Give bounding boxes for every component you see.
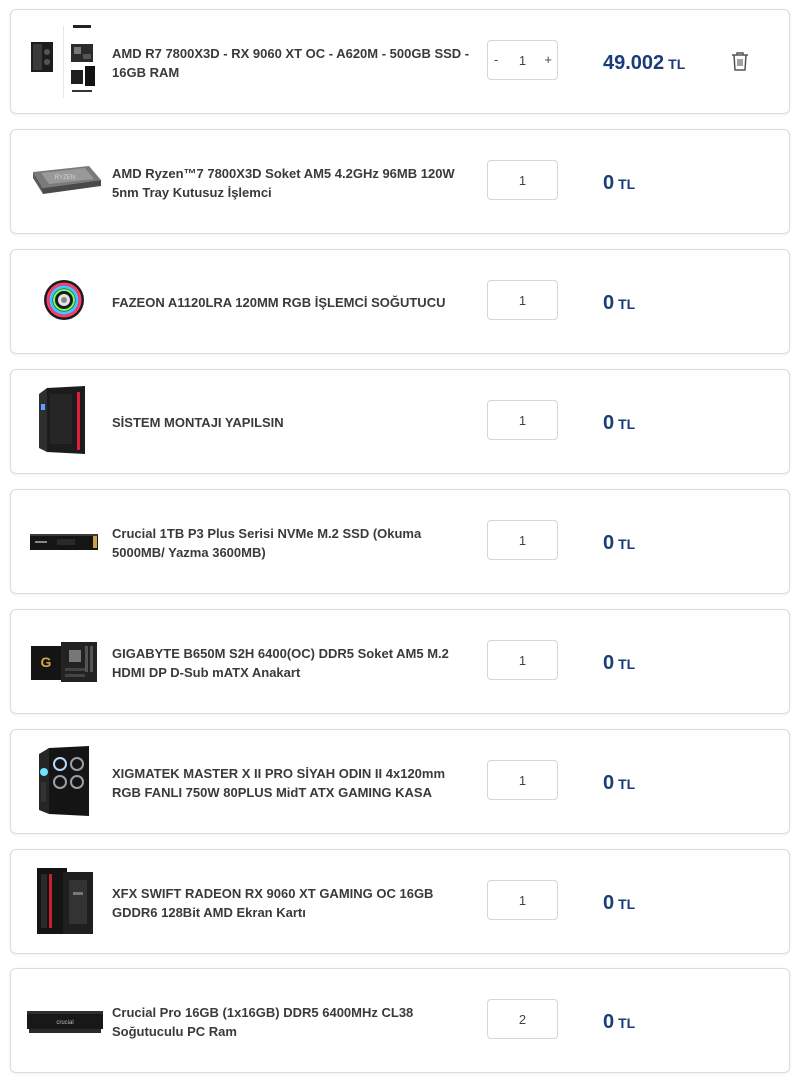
svg-text:RYZEN: RYZEN — [55, 175, 75, 181]
price-currency: TL — [618, 176, 636, 192]
quantity-box[interactable]: 1 — [487, 160, 558, 200]
pc-case-image[interactable] — [27, 382, 107, 462]
price-amount: 0 — [603, 172, 615, 194]
cart-item-gaming-case: XIGMATEK MASTER X II PRO SİYAH ODIN II 4… — [10, 729, 790, 834]
price-amount: 0 — [603, 892, 615, 914]
price-amount: 0 — [603, 412, 615, 434]
quantity-box[interactable]: 1 — [487, 280, 558, 320]
product-name: AMD R7 7800X3D - RX 9060 XT OC - A620M -… — [112, 46, 470, 80]
quantity-value: 1 — [518, 652, 527, 668]
item-price: 0 TL — [603, 292, 635, 315]
product-name: GIGABYTE B650M S2H 6400(OC) DDR5 Soket A… — [112, 646, 449, 680]
item-price: 0 TL — [603, 172, 635, 195]
price-currency: TL — [618, 776, 636, 792]
price-currency: TL — [618, 1015, 636, 1031]
price-amount: 0 — [603, 292, 615, 314]
price-currency: TL — [618, 656, 636, 672]
price-amount: 0 — [603, 652, 615, 674]
motherboard-image[interactable]: G — [27, 622, 107, 702]
price-amount: 0 — [603, 532, 615, 554]
gaming-case-image[interactable] — [27, 742, 107, 822]
quantity-stepper[interactable]: - 1 + — [487, 40, 558, 80]
quantity-box[interactable]: 1 — [487, 400, 558, 440]
price-amount: 0 — [603, 772, 615, 794]
price-currency: TL — [618, 416, 636, 432]
item-price: 49.002 TL — [603, 52, 685, 75]
cart-item-assembly: SİSTEM MONTAJI YAPILSIN 1 0 TL — [10, 369, 790, 474]
quantity-value: 1 — [518, 292, 527, 308]
quantity-value: 1 — [518, 172, 527, 188]
svg-text:crucial: crucial — [56, 1020, 73, 1026]
price-currency: TL — [618, 296, 636, 312]
quantity-box[interactable]: 2 — [487, 999, 558, 1039]
cart-item-ram: crucial Crucial Pro 16GB (1x16GB) DDR5 6… — [10, 968, 790, 1073]
cart-item-bundle: AMD R7 7800X3D - RX 9060 XT OC - A620M -… — [10, 9, 790, 114]
item-price: 0 TL — [603, 412, 635, 435]
pc-bundle-image[interactable] — [27, 22, 107, 102]
decrease-quantity-button[interactable]: - — [494, 52, 498, 67]
cart-item-cpu: RYZEN AMD Ryzen™7 7800X3D Soket AM5 4.2G… — [10, 129, 790, 234]
svg-text:G: G — [41, 654, 52, 670]
quantity-value: 1 — [518, 412, 527, 428]
cart-item-ssd: Crucial 1TB P3 Plus Serisi NVMe M.2 SSD … — [10, 489, 790, 594]
cpu-image[interactable]: RYZEN — [27, 142, 107, 222]
graphics-card-image[interactable] — [27, 862, 107, 942]
cart-item-graphics-card: XFX SWIFT RADEON RX 9060 XT GAMING OC 16… — [10, 849, 790, 954]
item-price: 0 TL — [603, 772, 635, 795]
cart-item-motherboard: G GIGABYTE B650M S2H 6400(OC) DDR5 Soket… — [10, 609, 790, 714]
price-currency: TL — [618, 896, 636, 912]
product-name: FAZEON A1120LRA 120MM RGB İŞLEMCİ SOĞUTU… — [112, 295, 446, 310]
item-price: 0 TL — [603, 892, 635, 915]
item-price: 0 TL — [603, 1011, 635, 1034]
quantity-value: 1 — [518, 892, 527, 908]
quantity-box[interactable]: 1 — [487, 520, 558, 560]
quantity-box[interactable]: 1 — [487, 640, 558, 680]
quantity-box[interactable]: 1 — [487, 760, 558, 800]
quantity-value: 1 — [518, 532, 527, 548]
item-price: 0 TL — [603, 652, 635, 675]
price-currency: TL — [668, 56, 686, 72]
product-name: AMD Ryzen™7 7800X3D Soket AM5 4.2GHz 96M… — [112, 166, 455, 200]
cpu-cooler-image[interactable] — [27, 262, 107, 342]
product-name: Crucial 1TB P3 Plus Serisi NVMe M.2 SSD … — [112, 526, 422, 560]
price-amount: 0 — [603, 1011, 615, 1033]
product-name: Crucial Pro 16GB (1x16GB) DDR5 6400MHz C… — [112, 1005, 414, 1039]
price-amount: 49.002 — [603, 52, 665, 74]
quantity-value: 1 — [518, 52, 527, 68]
cart-item-cooler: FAZEON A1120LRA 120MM RGB İŞLEMCİ SOĞUTU… — [10, 249, 790, 354]
product-name: XFX SWIFT RADEON RX 9060 XT GAMING OC 16… — [112, 886, 434, 920]
product-name: XIGMATEK MASTER X II PRO SİYAH ODIN II 4… — [112, 766, 446, 800]
increase-quantity-button[interactable]: + — [544, 52, 552, 67]
ssd-image[interactable] — [27, 502, 107, 582]
quantity-value: 2 — [518, 1011, 527, 1027]
quantity-value: 1 — [518, 772, 527, 788]
ram-image[interactable]: crucial — [27, 981, 107, 1061]
price-currency: TL — [618, 536, 636, 552]
product-name: SİSTEM MONTAJI YAPILSIN — [112, 415, 284, 430]
trash-icon[interactable] — [730, 50, 750, 72]
quantity-box[interactable]: 1 — [487, 880, 558, 920]
item-price: 0 TL — [603, 532, 635, 555]
